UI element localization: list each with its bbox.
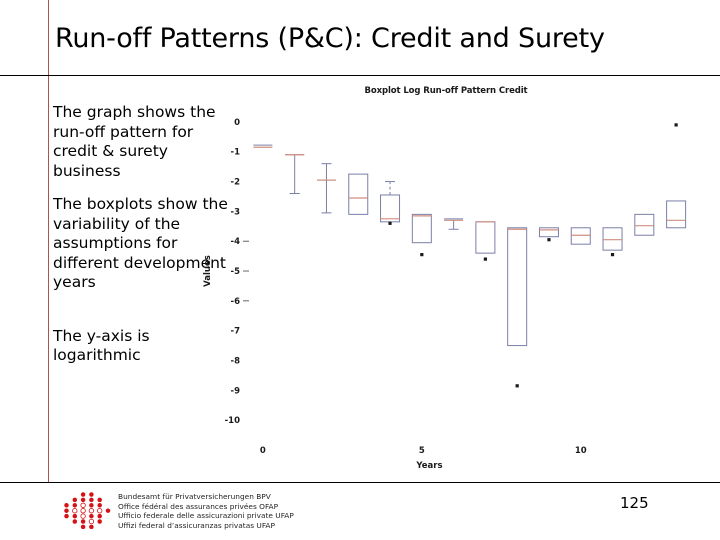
logo-dot-filled (97, 497, 102, 503)
logo-dot-filled (97, 503, 102, 508)
logo-dot-filled (89, 497, 94, 503)
swiss-cross-dot-logo-icon (64, 492, 111, 530)
y-axis-label: Values (203, 255, 213, 287)
logo-line-it: Ufficio federale delle assicurazioni pri… (118, 511, 294, 521)
y-tick-label: -4 (231, 237, 241, 247)
boxplot-box (602, 227, 623, 257)
footer-logo: Bundesamt für Privatversicherungen BPV O… (62, 491, 294, 533)
logo-text-block: Bundesamt für Privatversicherungen BPV O… (118, 492, 294, 530)
boxplot-box (253, 144, 273, 148)
logo-dot-hollow (80, 502, 86, 508)
vertical-accent-rule (48, 0, 49, 483)
boxplot-box (666, 123, 687, 229)
logo-dot-filled (89, 492, 94, 497)
logo-dot-filled (80, 519, 86, 524)
logo-dot-hollow (72, 508, 78, 514)
logo-dot-filled (80, 524, 86, 530)
x-axis-label: Years (415, 461, 442, 471)
logo-dot-filled (72, 519, 78, 524)
boxplot-plot-area: 0 -1 -2 -3 -4 -5 -6 -7 -8 -9 -10 Values 0 5 10 Years (203, 118, 687, 471)
x-tick-label: 10 (575, 446, 587, 456)
logo-dot-filled (89, 503, 94, 508)
logo-dot-filled (105, 508, 111, 513)
boxplot-box (411, 213, 432, 257)
x-tick-label: 0 (260, 446, 266, 456)
logo-dot-filled (89, 524, 94, 530)
y-tick-label: -8 (231, 356, 241, 366)
slide-canvas: Run-off Patterns (P&C): Credit and Suret… (0, 0, 720, 540)
logo-dot-filled (97, 513, 102, 519)
logo-dot-filled (64, 513, 69, 519)
y-tick-label: 0 (234, 118, 240, 128)
boxplot-box (348, 173, 369, 215)
logo-dot-hollow (80, 513, 86, 519)
boxplot-box (444, 218, 464, 230)
logo-line-fr: Office fédéral des assurances privées OF… (118, 501, 279, 511)
boxplot-chart: Boxplot Log Run-off Pattern Credit 0 -1 -2… (196, 86, 696, 476)
y-tick-label: -7 (231, 327, 241, 337)
y-tick-label: -10 (225, 416, 240, 426)
logo-dot-hollow (97, 508, 103, 514)
boxplot-box (570, 227, 591, 245)
boxplot-box (634, 213, 655, 236)
y-tick-label: -5 (231, 267, 241, 277)
logo-dot-filled (80, 492, 86, 497)
boxplot-box (285, 154, 305, 194)
logo-dot-filled (97, 519, 102, 524)
y-tick-label: -6 (231, 297, 241, 307)
boxplot-box (380, 181, 401, 225)
footer-divider (0, 482, 720, 483)
boxplot-box (538, 227, 559, 242)
logo-dot-filled (80, 497, 86, 503)
boxplot-box (507, 227, 528, 388)
logo-dot-filled (72, 497, 78, 503)
logo-line-rm: Uffizi federal d’assicuranzas privatas U… (118, 520, 275, 530)
logo-dot-hollow (88, 508, 95, 514)
logo-dot-filled (72, 503, 78, 508)
logo-dot-filled (64, 503, 69, 508)
y-tick-label: -1 (231, 148, 241, 158)
y-tick-label: -9 (231, 386, 241, 396)
logo-dot-filled (89, 513, 94, 519)
logo-dot-filled (64, 508, 69, 513)
y-tick-label: -3 (231, 207, 241, 217)
header-divider (0, 75, 720, 76)
boxplot-box (475, 221, 496, 261)
x-tick-label: 5 (419, 446, 425, 456)
logo-dot-filled (72, 513, 78, 519)
page-title: Run-off Patterns (P&C): Credit and Suret… (55, 23, 605, 54)
logo-dot-hollow (80, 508, 86, 514)
logo-line-de: Bundesamt für Privatversicherungen BPV (118, 492, 271, 501)
page-number: 125 (620, 494, 649, 512)
boxplot-box (316, 163, 336, 214)
y-tick-label: -2 (231, 178, 241, 188)
logo-dot-hollow (88, 518, 95, 525)
